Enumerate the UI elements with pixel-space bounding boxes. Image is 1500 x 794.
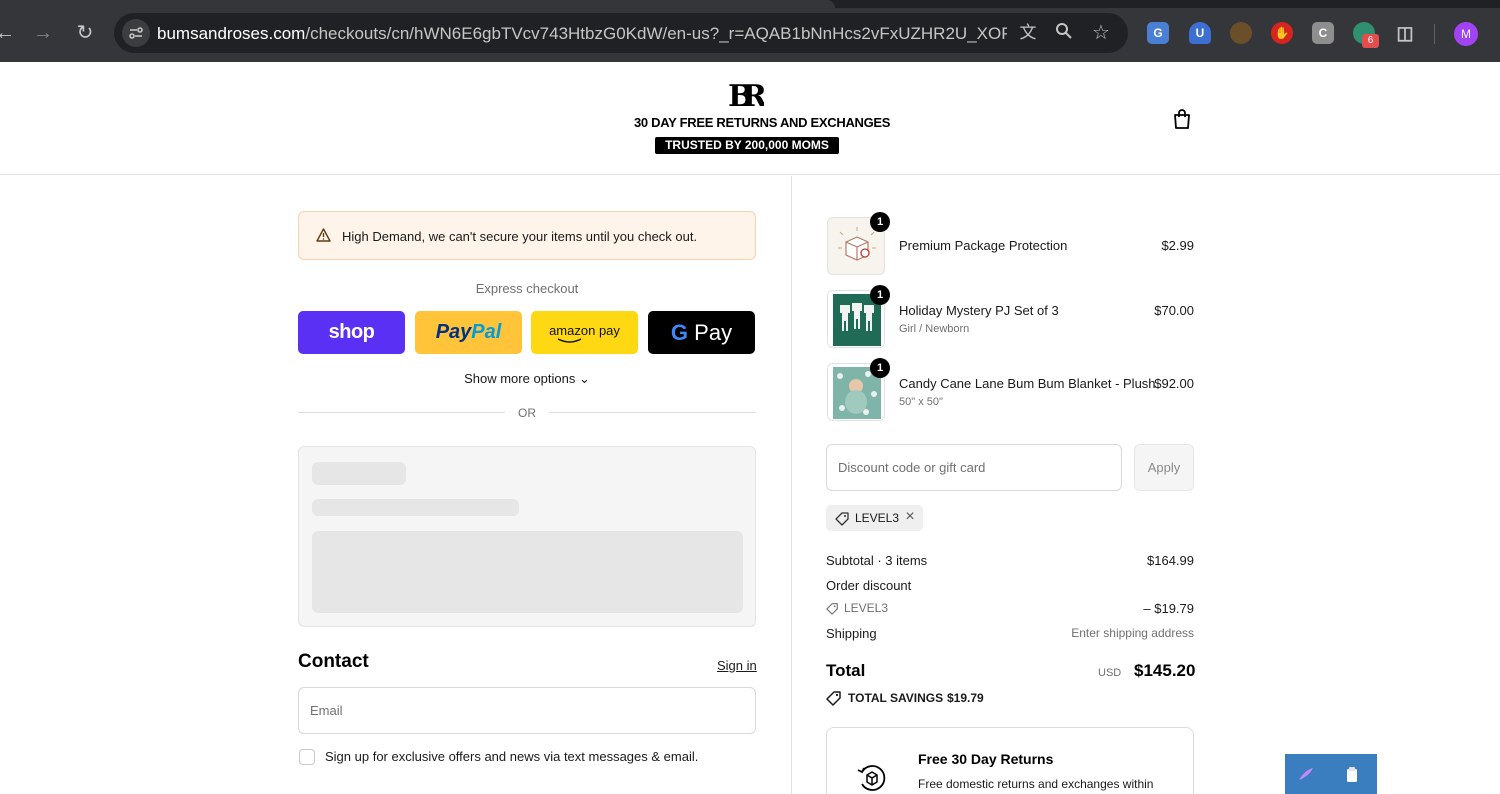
google-pay-label: Pay bbox=[688, 320, 733, 345]
forward-arrow-icon[interactable]: → bbox=[30, 20, 56, 46]
returns-box-icon bbox=[857, 765, 886, 791]
amazon-pay-label: amazon pay bbox=[549, 323, 620, 338]
or-divider-left bbox=[298, 412, 505, 413]
extension-badge: 6 bbox=[1362, 34, 1379, 48]
tag-icon bbox=[826, 603, 838, 615]
stop-hand-extension-icon[interactable]: ✋ bbox=[1271, 22, 1293, 44]
savings-tag-icon bbox=[826, 691, 841, 706]
shopping-bag-icon[interactable] bbox=[1172, 108, 1192, 130]
item-name: Premium Package Protection bbox=[899, 238, 1068, 253]
item-price: $2.99 bbox=[1161, 238, 1194, 253]
browser-toolbar: ← → ↻ bumsandroses.com/checkouts/cn/hWN6… bbox=[0, 0, 1500, 62]
active-tab[interactable] bbox=[0, 0, 835, 8]
item-name: Holiday Mystery PJ Set of 3 bbox=[899, 303, 1059, 318]
skeleton-block bbox=[312, 531, 743, 613]
loading-placeholder bbox=[298, 446, 756, 627]
clipboard-icon[interactable] bbox=[1345, 766, 1359, 784]
quantity-badge: 1 bbox=[870, 212, 890, 232]
c-extension-icon[interactable]: C bbox=[1312, 22, 1334, 44]
shipping-value: Enter shipping address bbox=[1071, 626, 1194, 640]
feather-icon[interactable] bbox=[1297, 766, 1315, 782]
quantity-badge: 1 bbox=[870, 285, 890, 305]
total-label: Total bbox=[826, 661, 866, 680]
shield-extension-icon[interactable]: U bbox=[1189, 22, 1211, 44]
item-price: $70.00 bbox=[1154, 303, 1194, 318]
amazon-pay-button[interactable]: amazon pay bbox=[531, 311, 638, 354]
apply-discount-button[interactable]: Apply bbox=[1134, 444, 1194, 491]
item-variant: 50" x 50" bbox=[899, 396, 943, 408]
savings-label: TOTAL SAVINGS bbox=[848, 691, 944, 705]
applied-discount-tag: LEVEL3 × bbox=[826, 505, 923, 531]
total-currency: USD bbox=[1098, 667, 1122, 679]
applied-code: LEVEL3 bbox=[855, 511, 900, 525]
show-more-options-link[interactable]: Show more options ⌄ bbox=[298, 371, 756, 387]
logo-trust-badge: TRUSTED BY 200,000 MOMS bbox=[655, 137, 839, 154]
or-divider-right bbox=[549, 412, 756, 413]
svg-text:R: R bbox=[742, 80, 764, 110]
more-options-label: Show more options bbox=[464, 371, 576, 386]
floating-widget[interactable] bbox=[1285, 754, 1377, 794]
chevron-down-icon: ⌄ bbox=[579, 371, 590, 386]
newsletter-label: Sign up for exclusive offers and news vi… bbox=[325, 749, 699, 764]
url-host: bumsandroses.com bbox=[157, 24, 306, 43]
bookmark-star-icon[interactable]: ☆ bbox=[1090, 22, 1112, 44]
profile-avatar[interactable]: M bbox=[1454, 22, 1478, 46]
free-returns-card: Free 30 Day Returns Free domestic return… bbox=[826, 727, 1194, 794]
skeleton-line bbox=[312, 499, 519, 516]
tag-icon bbox=[835, 512, 849, 526]
subtotal-label: Subtotal · 3 items bbox=[826, 553, 928, 568]
amazon-smile-icon bbox=[557, 338, 582, 343]
translate-icon[interactable]: 文 bbox=[1017, 22, 1039, 44]
store-header: B R 30 DAY FREE RETURNS AND EXCHANGES TR… bbox=[0, 62, 1500, 175]
logo-tagline: 30 DAY FREE RETURNS AND EXCHANGES bbox=[634, 115, 891, 130]
or-separator: OR bbox=[518, 406, 536, 420]
discount-code-input[interactable] bbox=[826, 444, 1122, 491]
paypal-button[interactable]: PayPal bbox=[415, 311, 522, 354]
google-pay-button[interactable]: G Pay bbox=[648, 311, 755, 354]
express-checkout-label: Express checkout bbox=[475, 281, 579, 296]
url-text[interactable]: bumsandroses.com/checkouts/cn/hWN6E6gbTV… bbox=[157, 24, 1007, 44]
back-arrow-icon[interactable]: ← bbox=[0, 20, 18, 46]
total-value: $145.20 bbox=[1134, 661, 1196, 680]
discount-code-label: LEVEL3 bbox=[844, 601, 889, 615]
item-variant: Girl / Newborn bbox=[899, 323, 970, 335]
email-field[interactable] bbox=[298, 687, 756, 734]
tab-strip bbox=[0, 0, 1500, 8]
subtotal-value: $164.99 bbox=[1147, 553, 1194, 568]
returns-title: Free 30 Day Returns bbox=[918, 751, 1054, 767]
contact-heading: Contact bbox=[298, 651, 369, 672]
zoom-icon[interactable] bbox=[1053, 22, 1075, 44]
url-path: /checkouts/cn/hWN6E6gbTVcv743HtbzG0KdW/e… bbox=[305, 24, 1007, 43]
remove-code-close-icon[interactable]: × bbox=[903, 508, 917, 526]
paypal-label-b: Pal bbox=[471, 321, 502, 343]
skeleton-line bbox=[312, 462, 406, 485]
paypal-label-a: Pay bbox=[435, 321, 472, 343]
site-info-icon[interactable] bbox=[122, 19, 150, 47]
toolbar-divider bbox=[1434, 24, 1435, 44]
returns-text: Free domestic returns and exchanges with… bbox=[918, 777, 1154, 791]
translate-extension-icon[interactable]: G bbox=[1147, 22, 1169, 44]
address-bar[interactable]: bumsandroses.com/checkouts/cn/hWN6E6gbTV… bbox=[114, 13, 1128, 53]
high-demand-alert: High Demand, we can't secure your items … bbox=[298, 211, 756, 260]
extensions-puzzle-icon[interactable]: ◫ bbox=[1394, 22, 1416, 44]
newsletter-checkbox[interactable] bbox=[299, 749, 315, 765]
quantity-badge: 1 bbox=[870, 358, 890, 378]
warning-icon bbox=[316, 228, 331, 242]
cookie-extension-icon[interactable] bbox=[1230, 22, 1252, 44]
brand-logo-icon[interactable]: B R bbox=[728, 80, 764, 110]
savings-value: $19.79 bbox=[947, 691, 984, 705]
item-price: $92.00 bbox=[1154, 376, 1194, 391]
column-divider bbox=[791, 176, 792, 794]
discount-value: – $19.79 bbox=[1143, 601, 1194, 616]
google-g-icon: G bbox=[670, 320, 689, 345]
shipping-label: Shipping bbox=[826, 626, 877, 641]
reload-icon[interactable]: ↻ bbox=[72, 20, 98, 46]
shop-pay-button[interactable]: shop bbox=[298, 311, 405, 354]
order-discount-label: Order discount bbox=[826, 578, 912, 593]
sign-in-link[interactable]: Sign in bbox=[717, 658, 757, 673]
alert-text: High Demand, we can't secure your items … bbox=[342, 229, 698, 244]
